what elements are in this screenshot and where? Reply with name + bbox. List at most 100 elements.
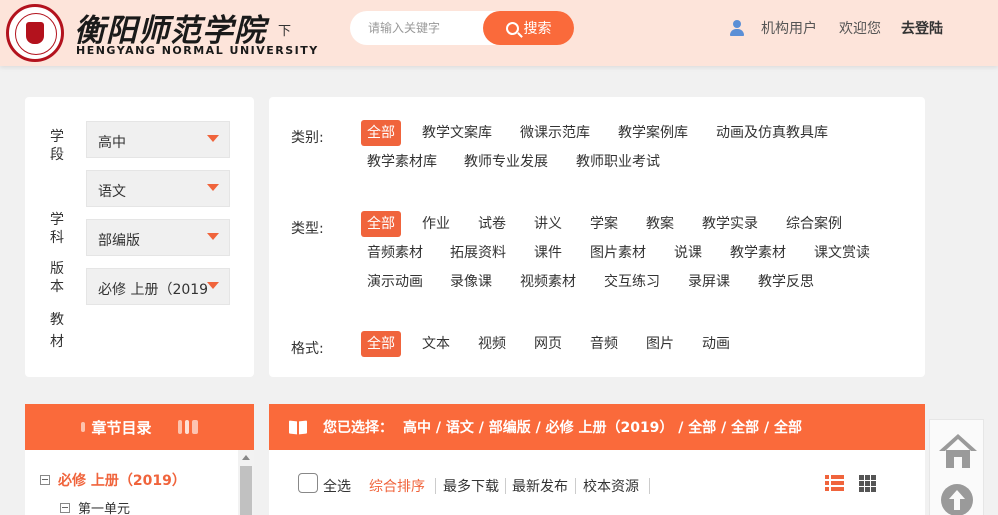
user-area: 机构用户 欢迎您 去登陆 <box>730 18 943 38</box>
type-option[interactable]: 教学素材 <box>730 240 786 266</box>
type-option[interactable]: 教案 <box>646 211 674 237</box>
decor-dot-icon <box>81 422 86 432</box>
divider <box>505 478 506 494</box>
divider <box>575 478 576 494</box>
type-option[interactable]: 图片素材 <box>590 240 646 266</box>
sort-school-resources[interactable]: 校本资源 <box>583 476 639 496</box>
type-option[interactable]: 录屏课 <box>688 269 730 295</box>
grid-view-icon[interactable] <box>859 475 876 492</box>
textbook-label-text: 教材 <box>50 312 64 350</box>
search-icon <box>505 21 519 35</box>
subject-select[interactable]: 语文 <box>86 170 230 207</box>
stage-label-text: 学段 <box>50 129 64 163</box>
chapter-scrollbar-thumb[interactable] <box>240 466 252 515</box>
type-option[interactable]: 作业 <box>422 211 450 237</box>
sort-comprehensive[interactable]: 综合排序 <box>369 476 425 496</box>
select-all-label[interactable]: 全选 <box>323 476 351 496</box>
subject-select-value: 语文 <box>98 184 126 200</box>
format-option[interactable]: 动画 <box>702 331 730 357</box>
search-box: 搜索 <box>350 11 574 45</box>
category-option[interactable]: 教学案例库 <box>618 120 688 146</box>
home-icon[interactable] <box>939 434 977 468</box>
textbook-filter-panel: 学段 高中 学科 语文 版本 部编版 教材 必修 上册（2019） <box>25 97 254 377</box>
tree-item-unit[interactable]: 第一单元 <box>60 498 130 515</box>
divider <box>649 478 650 494</box>
edition-select[interactable]: 部编版 <box>86 219 230 256</box>
type-option-all[interactable]: 全部 <box>361 211 401 237</box>
chapter-header: 章节目录 <box>25 404 254 450</box>
format-option[interactable]: 文本 <box>422 331 450 357</box>
type-option[interactable]: 教学反思 <box>758 269 814 295</box>
format-label: 格式: <box>291 341 324 357</box>
type-option[interactable]: 拓展资料 <box>450 240 506 266</box>
type-option[interactable]: 交互练习 <box>604 269 660 295</box>
stage-select[interactable]: 高中 <box>86 121 230 158</box>
type-option[interactable]: 音频素材 <box>367 240 423 266</box>
user-type-label: 机构用户 <box>761 21 817 37</box>
back-to-top-icon[interactable] <box>941 484 973 515</box>
tree-item-textbook[interactable]: 必修 上册（2019） <box>40 470 186 490</box>
selected-value: 高中 / 语文 / 部编版 / 必修 上册（2019） / 全部 / 全部 / … <box>403 420 803 436</box>
textbook-label: 教材 <box>49 309 65 353</box>
type-option[interactable]: 课文赏读 <box>814 240 870 266</box>
header: 衡阳师范学院 下 HENGYANG NORMAL UNIVERSITY 搜索 机… <box>0 0 998 66</box>
format-option[interactable]: 图片 <box>646 331 674 357</box>
stage-label: 学段 <box>49 128 65 164</box>
type-option[interactable]: 录像课 <box>450 269 492 295</box>
category-option[interactable]: 教师职业考试 <box>576 149 660 175</box>
type-option[interactable]: 教学实录 <box>702 211 758 237</box>
subject-label-text: 学科 <box>50 212 64 246</box>
type-option[interactable]: 说课 <box>674 240 702 266</box>
type-option[interactable]: 课件 <box>534 240 562 266</box>
chapter-title: 章节目录 <box>91 418 152 437</box>
result-panel: 您已选择： 高中 / 语文 / 部编版 / 必修 上册（2019） / 全部 /… <box>269 404 925 515</box>
format-option[interactable]: 音频 <box>590 331 618 357</box>
sort-newest[interactable]: 最新发布 <box>512 476 568 496</box>
category-option-all[interactable]: 全部 <box>361 120 401 146</box>
category-option[interactable]: 教学文案库 <box>422 120 492 146</box>
search-button-label: 搜索 <box>523 21 552 37</box>
select-all-checkbox[interactable] <box>298 473 318 493</box>
subject-label: 学科 <box>49 211 65 247</box>
type-option[interactable]: 演示动画 <box>367 269 423 295</box>
collapse-icon[interactable] <box>40 475 50 485</box>
resource-filter-panel: 类别: 全部 教学文案库 微课示范库 教学案例库 动画及仿真教具库 教学素材库 … <box>269 97 925 377</box>
type-option[interactable]: 试卷 <box>478 211 506 237</box>
type-option[interactable]: 讲义 <box>534 211 562 237</box>
textbook-select-value: 必修 上册（2019） <box>98 282 208 298</box>
divider <box>435 478 436 494</box>
tree-item-label: 第一单元 <box>78 502 131 515</box>
type-label: 类型: <box>291 221 324 237</box>
logo-tail-text: 下 <box>278 24 292 39</box>
list-view-icon[interactable] <box>825 475 844 491</box>
stage-select-value: 高中 <box>98 135 126 151</box>
chevron-down-icon <box>207 282 219 289</box>
edition-select-value: 部编版 <box>98 233 140 249</box>
search-input[interactable] <box>368 19 486 37</box>
login-link[interactable]: 去登陆 <box>901 18 943 38</box>
search-button[interactable]: 搜索 <box>483 11 574 45</box>
category-option[interactable]: 微课示范库 <box>520 120 590 146</box>
tree-item-label: 必修 上册（2019） <box>58 473 186 489</box>
type-option[interactable]: 视频素材 <box>520 269 576 295</box>
type-option[interactable]: 综合案例 <box>786 211 842 237</box>
category-option[interactable]: 动画及仿真教具库 <box>716 120 828 146</box>
format-option[interactable]: 视频 <box>478 331 506 357</box>
format-option[interactable]: 网页 <box>534 331 562 357</box>
university-seal-logo[interactable] <box>6 4 64 62</box>
type-option[interactable]: 学案 <box>590 211 618 237</box>
floating-side-tools <box>929 419 984 515</box>
sort-most-downloads[interactable]: 最多下载 <box>443 476 499 496</box>
selection-summary-bar: 您已选择： 高中 / 语文 / 部编版 / 必修 上册（2019） / 全部 /… <box>269 404 925 450</box>
edition-label: 版本 <box>49 260 65 296</box>
edition-label-text: 版本 <box>50 261 64 295</box>
scroll-up-arrow-icon[interactable] <box>242 455 250 460</box>
textbook-select[interactable]: 必修 上册（2019） <box>86 268 230 305</box>
collapse-icon[interactable] <box>60 502 70 513</box>
category-option[interactable]: 教学素材库 <box>367 149 437 175</box>
chevron-down-icon <box>207 135 219 142</box>
user-icon <box>730 20 744 36</box>
format-option-all[interactable]: 全部 <box>361 331 401 357</box>
category-option[interactable]: 教师专业发展 <box>464 149 548 175</box>
book-icon <box>289 420 307 435</box>
